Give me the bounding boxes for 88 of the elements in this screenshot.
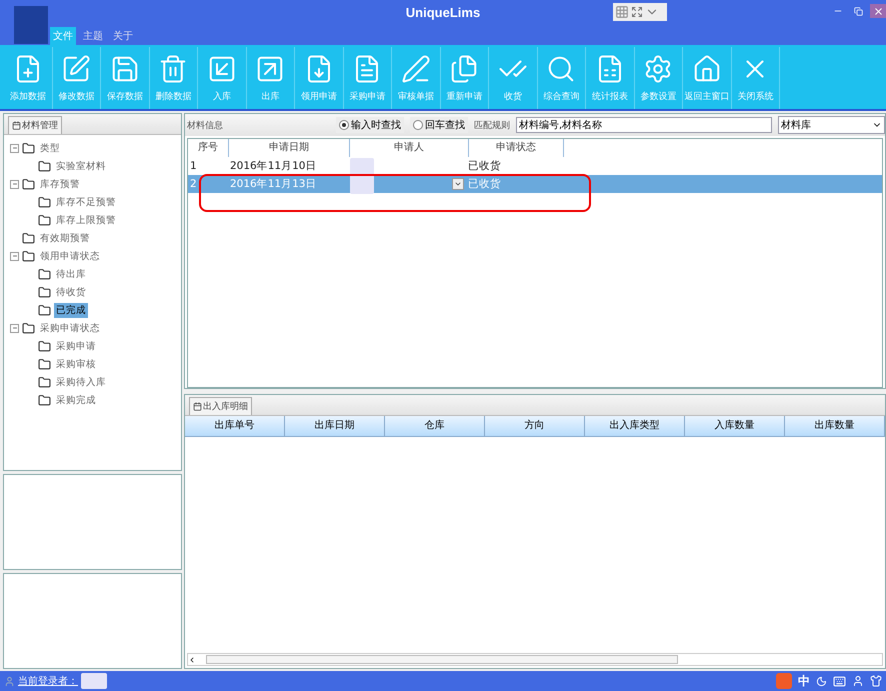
tree-item[interactable]: 领用申请状态: [38, 248, 102, 264]
files-icon: [449, 54, 480, 84]
folder-icon: [38, 358, 51, 370]
pen-icon: [400, 54, 431, 84]
calendar-icon: [193, 402, 202, 410]
search-mode-radio[interactable]: 回车查找: [410, 117, 468, 133]
column-header[interactable]: 入库数量: [685, 416, 785, 436]
folder-icon: [38, 340, 51, 352]
redaction-block: [350, 158, 374, 194]
panel-tab[interactable]: 出入库明细: [189, 396, 252, 414]
column-header[interactable]: 出库日期: [285, 416, 385, 436]
match-rule-field[interactable]: 材料编号,材料名称: [516, 117, 772, 133]
folder-icon: [22, 178, 35, 190]
folder-icon: [38, 394, 51, 406]
dropdown-button[interactable]: [452, 178, 464, 190]
ime-mode[interactable]: 中: [798, 672, 810, 690]
table-cell-text: 已收货: [467, 177, 502, 192]
collapse-icon[interactable]: [10, 252, 19, 260]
column-header[interactable]: 序号: [188, 139, 229, 157]
tree-item[interactable]: 采购申请状态: [38, 320, 102, 336]
folder-icon: [22, 322, 35, 334]
column-header[interactable]: 仓库: [385, 416, 485, 436]
app-logo: [14, 6, 48, 44]
tree-item[interactable]: 待出库: [54, 266, 88, 282]
close-icon: [872, 6, 884, 16]
collapse-icon[interactable]: [10, 180, 19, 188]
table-cell-text: 1: [189, 159, 198, 174]
calendar-icon: [12, 121, 21, 130]
scroll-left-icon[interactable]: [188, 656, 196, 664]
panel-tab[interactable]: 材料管理: [8, 116, 62, 134]
table-row[interactable]: 1 2016年11月10日 已收货: [188, 157, 882, 175]
horizontal-scrollbar[interactable]: [187, 653, 883, 666]
search-mode-radio[interactable]: 输入时查找: [336, 117, 404, 133]
expand-icon[interactable]: [631, 6, 643, 18]
folder-icon: [22, 142, 35, 154]
panel-title: 材料信息: [187, 120, 223, 132]
menu-tab[interactable]: 关于: [110, 27, 136, 45]
column-header[interactable]: 出入库类型: [585, 416, 685, 436]
folder-icon: [22, 250, 35, 262]
folder-icon: [38, 286, 51, 298]
column-header[interactable]: 出库单号: [185, 416, 285, 436]
column-header[interactable]: 申请人: [350, 139, 469, 157]
table-cell-text: 2016年11月10日: [229, 159, 318, 174]
folder-icon: [38, 214, 51, 226]
grid-icon[interactable]: [615, 5, 629, 19]
user-icon[interactable]: [852, 675, 864, 687]
tree-item[interactable]: 已完成: [54, 302, 88, 318]
tree-item[interactable]: 有效期预警: [38, 230, 92, 246]
close-button[interactable]: [870, 4, 886, 18]
tree-item[interactable]: 采购审核: [54, 356, 98, 372]
login-label[interactable]: 当前登录者：: [18, 674, 78, 688]
tree-item[interactable]: 库存预警: [38, 176, 82, 192]
tree-item[interactable]: 采购完成: [54, 392, 98, 408]
moon-icon[interactable]: [816, 676, 827, 686]
column-header[interactable]: 申请状态: [469, 139, 564, 157]
redaction-block: [81, 673, 107, 689]
column-header[interactable]: 申请日期: [229, 139, 350, 157]
layout-widget[interactable]: [613, 3, 667, 21]
folder-icon: [38, 304, 51, 316]
tree-item[interactable]: 待收货: [54, 284, 88, 300]
library-select[interactable]: 材料库: [778, 116, 885, 134]
tree-item[interactable]: 实验室材料: [54, 158, 108, 174]
chevron-down-icon: [454, 180, 462, 188]
shirt-icon[interactable]: [870, 675, 882, 687]
keyboard-icon[interactable]: [833, 674, 846, 688]
tree-item[interactable]: 库存不足预警: [54, 194, 118, 210]
user-icon: [4, 676, 15, 686]
tree-item[interactable]: 采购申请: [54, 338, 98, 354]
pencil-icon: [61, 54, 92, 84]
column-header[interactable]: 出库数量: [785, 416, 885, 436]
tree-item[interactable]: 库存上限预警: [54, 212, 118, 228]
tree-item[interactable]: 采购待入库: [54, 374, 108, 390]
collapse-icon[interactable]: [10, 324, 19, 332]
table-cell-text: 2016年11月13日: [229, 177, 318, 192]
column-header[interactable]: 方向: [485, 416, 585, 436]
collapse-icon[interactable]: [10, 144, 19, 152]
tree-item[interactable]: 类型: [38, 140, 62, 156]
table-cell-text: 已收货: [467, 159, 502, 174]
folder-icon: [38, 196, 51, 208]
folder-icon: [22, 232, 35, 244]
table-cell-text: 2: [189, 177, 198, 192]
folder-icon: [38, 268, 51, 280]
folder-icon: [38, 160, 51, 172]
menu-tab[interactable]: 主题: [80, 27, 106, 45]
match-rule-label: 匹配规则: [474, 120, 510, 132]
folder-icon: [38, 376, 51, 388]
restore-icon: [854, 6, 862, 16]
window-title: UniqueLims: [406, 5, 480, 20]
